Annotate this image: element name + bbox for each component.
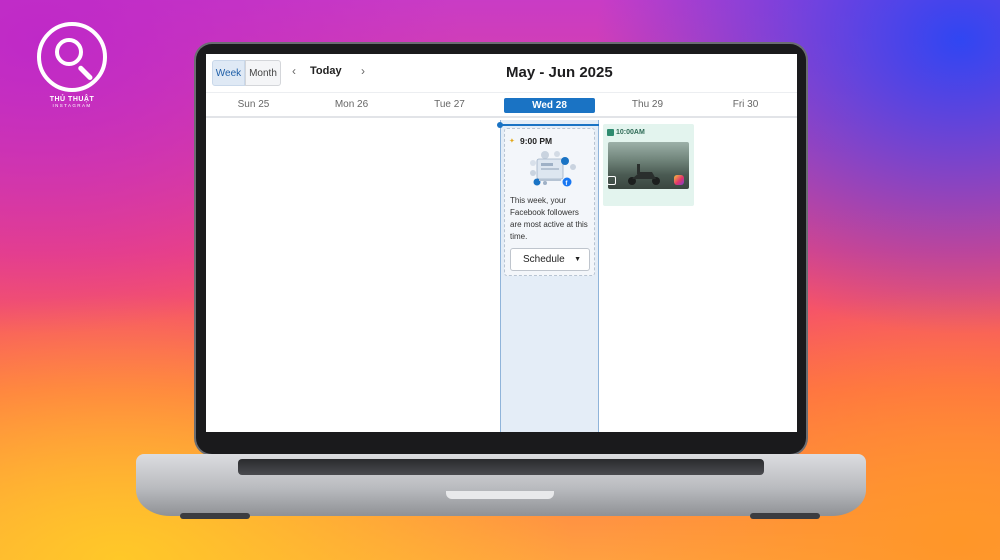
- day-label-wed-active[interactable]: Wed 28: [504, 98, 595, 113]
- current-time-dot: [497, 122, 503, 128]
- insight-message: This week, your Facebook followers are m…: [510, 196, 588, 241]
- scheduled-post-card[interactable]: 10:00AM: [603, 124, 694, 206]
- best-time-insight-card[interactable]: ✦ 9:00 PM f This week, your Facebook fol…: [504, 128, 595, 276]
- laptop-foot-left: [180, 513, 250, 519]
- post-time: 10:00AM: [616, 129, 645, 136]
- caret-down-icon[interactable]: ▼: [574, 256, 581, 263]
- calendar-toolbar: Week Month ‹ Today › May - Jun 2025: [206, 54, 797, 92]
- today-button[interactable]: Today: [310, 65, 342, 77]
- app-screen: Week Month ‹ Today › May - Jun 2025 Sun …: [206, 54, 797, 432]
- date-range-title: May - Jun 2025: [506, 64, 613, 81]
- chevron-left-icon[interactable]: ‹: [287, 64, 301, 78]
- insight-time: 9:00 PM: [520, 136, 553, 146]
- scooter-image: [628, 164, 660, 185]
- day-label-sun[interactable]: Sun 25: [206, 99, 301, 110]
- brand-title: THỦ THUẬT: [49, 96, 95, 103]
- sparkle-icon: ✦: [509, 138, 515, 145]
- laptop-notch: [446, 491, 554, 499]
- view-week-button[interactable]: Week: [212, 60, 245, 86]
- day-label-fri[interactable]: Fri 30: [698, 99, 793, 110]
- instagram-platform-icon: [674, 175, 684, 185]
- brand-subtitle: INSTAGRAM: [52, 103, 92, 108]
- laptop-keyboard: [238, 459, 764, 475]
- day-label-tue[interactable]: Tue 27: [402, 99, 497, 110]
- calendar-icon: [607, 129, 614, 136]
- laptop-foot-right: [750, 513, 820, 519]
- day-label-thu[interactable]: Thu 29: [600, 99, 695, 110]
- chevron-right-icon[interactable]: ›: [356, 64, 370, 78]
- schedule-button[interactable]: Schedule ▼: [510, 248, 590, 271]
- facebook-platform-icon: [607, 176, 616, 185]
- schedule-button-label: Schedule: [523, 254, 565, 265]
- current-time-line: [500, 124, 599, 126]
- day-label-mon[interactable]: Mon 26: [304, 99, 399, 110]
- followers-illustration-icon: f: [530, 151, 576, 187]
- week-grid: ✦ 9:00 PM f This week, your Facebook fol…: [206, 120, 797, 432]
- search-logo-icon: [37, 22, 107, 92]
- view-month-button[interactable]: Month: [245, 60, 281, 86]
- day-header: Sun 25 Mon 26 Tue 27 Wed 28 Thu 29 Fri 3…: [206, 92, 797, 118]
- brand-logo: THỦ THUẬT INSTAGRAM: [34, 22, 110, 108]
